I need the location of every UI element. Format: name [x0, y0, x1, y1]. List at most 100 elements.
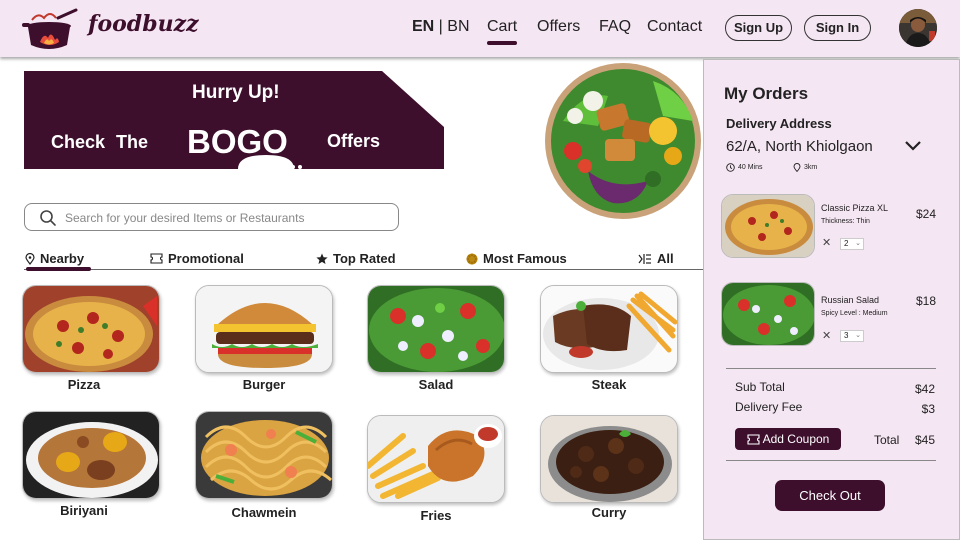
delivery-address[interactable]: 62/A, North Khiolgaon	[726, 138, 873, 155]
carousel-dot[interactable]	[260, 165, 274, 169]
tab-top-rated[interactable]: Top Rated	[316, 251, 396, 266]
star-icon	[316, 253, 328, 264]
nav-faq[interactable]: FAQ	[599, 18, 631, 36]
orders-title: My Orders	[724, 84, 809, 103]
lang-separator: |	[434, 18, 448, 35]
banner-offers-text: Offers	[327, 131, 381, 151]
food-label: Pizza	[67, 377, 101, 392]
order-item-image	[721, 282, 815, 346]
food-card-pizza[interactable]	[22, 285, 160, 373]
carousel-dot[interactable]	[277, 165, 281, 169]
tab-promotional[interactable]: Promotional	[150, 251, 244, 266]
user-avatar[interactable]	[899, 9, 937, 47]
brand-name[interactable]: foodbuzz	[88, 11, 199, 37]
language-switcher[interactable]: EN | BN	[412, 18, 470, 36]
food-card-fries[interactable]	[367, 415, 505, 503]
quantity-select[interactable]: 3 ⌄	[840, 330, 864, 342]
burger-image	[196, 286, 332, 372]
tabs-divider	[24, 269, 703, 270]
sign-up-button[interactable]: Sign Up	[725, 15, 792, 41]
lang-en[interactable]: EN	[412, 18, 434, 35]
salad-image	[368, 286, 504, 372]
my-orders-panel: My Orders Delivery Address 62/A, North K…	[703, 59, 960, 540]
search-input[interactable]	[65, 208, 385, 228]
location-pin-icon	[25, 252, 35, 265]
add-coupon-button[interactable]: Add Coupon	[735, 428, 841, 450]
fries-image	[368, 416, 504, 502]
banner-bogo-text: BOGO	[187, 123, 288, 160]
delivery-address-label: Delivery Address	[726, 116, 832, 131]
subtotal-value: $42	[914, 382, 935, 396]
avatar-photo	[899, 9, 937, 47]
lang-bn[interactable]: BN	[447, 18, 469, 35]
food-label: Burger	[242, 377, 286, 392]
carousel-dot[interactable]	[284, 165, 288, 169]
checkout-button[interactable]: Check Out	[775, 480, 885, 511]
food-card-chawmein[interactable]	[195, 411, 333, 499]
carousel-dot[interactable]	[291, 165, 295, 169]
order-item-name: Classic Pizza XL	[821, 203, 889, 213]
nav-active-indicator	[487, 41, 517, 45]
chevron-down-icon[interactable]	[904, 140, 922, 152]
location-pin-icon	[793, 163, 801, 172]
nav-cart[interactable]: Cart	[487, 18, 517, 36]
chevron-down-icon: ⌄	[855, 332, 861, 339]
tab-label: Promotional	[168, 251, 244, 266]
promo-banner[interactable]: Hurry Up! Check The BOGO Offers	[24, 71, 444, 169]
pizza-image	[23, 286, 159, 372]
food-card-burger[interactable]	[195, 285, 333, 373]
chevron-down-icon: ⌄	[855, 240, 861, 247]
page: foodbuzz EN | BN Cart Offers FAQ Contact…	[0, 0, 960, 540]
nav-offers[interactable]: Offers	[537, 18, 580, 36]
food-card-salad[interactable]	[367, 285, 505, 373]
order-item-detail: Spicy Level : Medium	[821, 310, 888, 317]
banner-check-text: Check The	[51, 132, 149, 152]
delivery-eta: 40 Mins	[726, 163, 763, 172]
distance-text: 3km	[804, 164, 818, 171]
food-label: Curry	[591, 505, 627, 520]
pizza-image	[722, 195, 814, 257]
order-item-price: $18	[915, 294, 936, 308]
order-item-image	[721, 194, 815, 258]
food-card-steak[interactable]	[540, 285, 678, 373]
banner-headline: Hurry Up!	[192, 82, 280, 103]
quantity-value: 2	[844, 239, 849, 248]
sign-in-button[interactable]: Sign In	[804, 15, 871, 41]
salad-image	[722, 283, 814, 345]
delivery-fee-value: $3	[921, 402, 935, 416]
badge-icon	[466, 252, 478, 265]
carousel-dot[interactable]	[298, 165, 302, 169]
add-coupon-label: Add Coupon	[762, 432, 830, 446]
tab-label: Most Famous	[483, 251, 567, 266]
banner-carousel-dots[interactable]	[260, 165, 302, 171]
tab-nearby[interactable]: Nearby	[25, 251, 84, 266]
steak-image	[541, 286, 677, 372]
tab-most-famous[interactable]: Most Famous	[466, 251, 567, 266]
food-label: Chawmein	[231, 505, 297, 520]
quantity-select[interactable]: 2 ⌄	[840, 238, 864, 250]
biriyani-image	[23, 412, 159, 498]
total-value: $45	[914, 433, 935, 447]
divider	[726, 460, 936, 461]
remove-item-icon[interactable]: ✕	[822, 236, 831, 249]
food-label: Biriyani	[60, 503, 108, 518]
quantity-value: 3	[844, 331, 849, 340]
tab-all[interactable]: All	[638, 251, 674, 266]
clock-icon	[726, 163, 735, 172]
food-card-curry[interactable]	[540, 415, 678, 503]
nav-contact[interactable]: Contact	[647, 18, 702, 36]
cooking-pot-logo-icon[interactable]	[18, 8, 84, 52]
search-icon	[40, 210, 56, 226]
order-item-price: $24	[915, 207, 936, 221]
search-bar[interactable]	[24, 203, 399, 231]
food-label: Salad	[418, 377, 454, 392]
remove-item-icon[interactable]: ✕	[822, 329, 831, 342]
ticket-icon	[747, 433, 760, 445]
subtotal-label: Sub Total	[735, 380, 785, 394]
food-card-biriyani[interactable]	[22, 411, 160, 499]
chawmein-image	[196, 412, 332, 498]
curry-image	[541, 416, 677, 502]
tab-label: Top Rated	[333, 251, 396, 266]
tab-label: Nearby	[40, 251, 85, 266]
food-label: Steak	[591, 377, 627, 392]
